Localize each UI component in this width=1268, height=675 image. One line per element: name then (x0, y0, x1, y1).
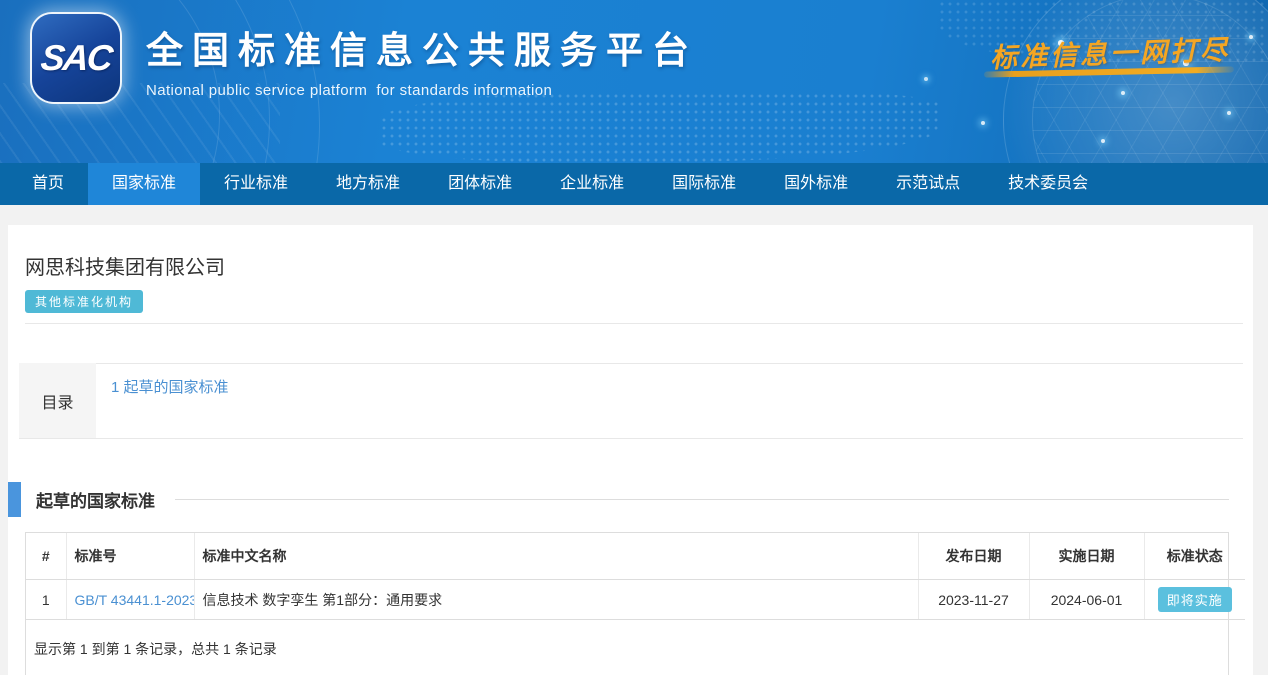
main-nav: 首页 国家标准 行业标准 地方标准 团体标准 企业标准 国际标准 国外标准 示范… (0, 163, 1268, 205)
cell-publish-date: 2023-11-27 (918, 580, 1029, 620)
site-header: SAC 全国标准信息公共服务平台 National public service… (0, 0, 1268, 163)
standards-table: # 标准号 标准中文名称 发布日期 实施日期 标准状态 1 GB/T 43441… (26, 533, 1245, 620)
status-badge: 即将实施 (1158, 587, 1232, 612)
content-container: 网思科技集团有限公司 其他标准化机构 目录 1 起草的国家标准 起草的国家标准 … (8, 225, 1253, 675)
col-header-status: 标准状态 (1144, 533, 1245, 580)
nav-item-industry-standards[interactable]: 行业标准 (200, 163, 312, 205)
cell-status: 即将实施 (1144, 580, 1245, 620)
sac-logo-text: SAC (39, 37, 113, 79)
nav-item-local-standards[interactable]: 地方标准 (312, 163, 424, 205)
nav-item-home[interactable]: 首页 (8, 163, 88, 205)
section-marker (8, 482, 21, 517)
section-rule (175, 499, 1229, 500)
cell-implement-date: 2024-06-01 (1029, 580, 1144, 620)
organization-type-badge: 其他标准化机构 (25, 290, 143, 313)
decor-sparks (0, 0, 2, 2)
pagination-summary: 显示第 1 到第 1 条记录，总共 1 条记录 (26, 620, 1228, 675)
decor-dot-map (380, 92, 940, 162)
nav-item-national-standards[interactable]: 国家标准 (88, 163, 200, 205)
col-header-standard-code: 标准号 (66, 533, 194, 580)
catalog-link-drafted-standards[interactable]: 1 起草的国家标准 (111, 379, 229, 396)
nav-item-pilot-programs[interactable]: 示范试点 (872, 163, 984, 205)
catalog-body: 1 起草的国家标准 (96, 363, 1243, 438)
cell-index: 1 (26, 580, 66, 620)
standard-code-link[interactable]: GB/T 43441.1-2023 (75, 592, 195, 608)
table-header-row: # 标准号 标准中文名称 发布日期 实施日期 标准状态 (26, 533, 1245, 580)
cell-standard-code: GB/T 43441.1-2023 (66, 580, 194, 620)
col-header-publish-date: 发布日期 (918, 533, 1029, 580)
organization-name: 网思科技集团有限公司 (25, 251, 1253, 280)
nav-item-technical-committees[interactable]: 技术委员会 (984, 163, 1112, 205)
table-row: 1 GB/T 43441.1-2023 信息技术 数字孪生 第1部分：通用要求 … (26, 580, 1245, 620)
nav-item-foreign-standards[interactable]: 国外标准 (760, 163, 872, 205)
section-header: 起草的国家标准 (8, 482, 1253, 517)
section-title: 起草的国家标准 (36, 487, 155, 512)
globe-graphic (1003, 0, 1268, 163)
site-title-block: 全国标准信息公共服务平台 National public service pla… (146, 20, 698, 99)
col-header-standard-name: 标准中文名称 (194, 533, 918, 580)
catalog-label: 目录 (19, 363, 96, 438)
nav-item-enterprise-standards[interactable]: 企业标准 (536, 163, 648, 205)
sac-logo[interactable]: SAC (32, 14, 120, 102)
col-header-index: # (26, 533, 66, 580)
nav-item-international-standards[interactable]: 国际标准 (648, 163, 760, 205)
site-subtitle: National public service platform for sta… (146, 82, 698, 99)
nav-item-group-standards[interactable]: 团体标准 (424, 163, 536, 205)
catalog-panel: 目录 1 起草的国家标准 (19, 363, 1243, 439)
col-header-implement-date: 实施日期 (1029, 533, 1144, 580)
standards-table-panel: # 标准号 标准中文名称 发布日期 实施日期 标准状态 1 GB/T 43441… (25, 532, 1229, 675)
site-title: 全国标准信息公共服务平台 (146, 20, 698, 74)
cell-standard-name: 信息技术 数字孪生 第1部分：通用要求 (194, 580, 918, 620)
divider (25, 323, 1243, 324)
